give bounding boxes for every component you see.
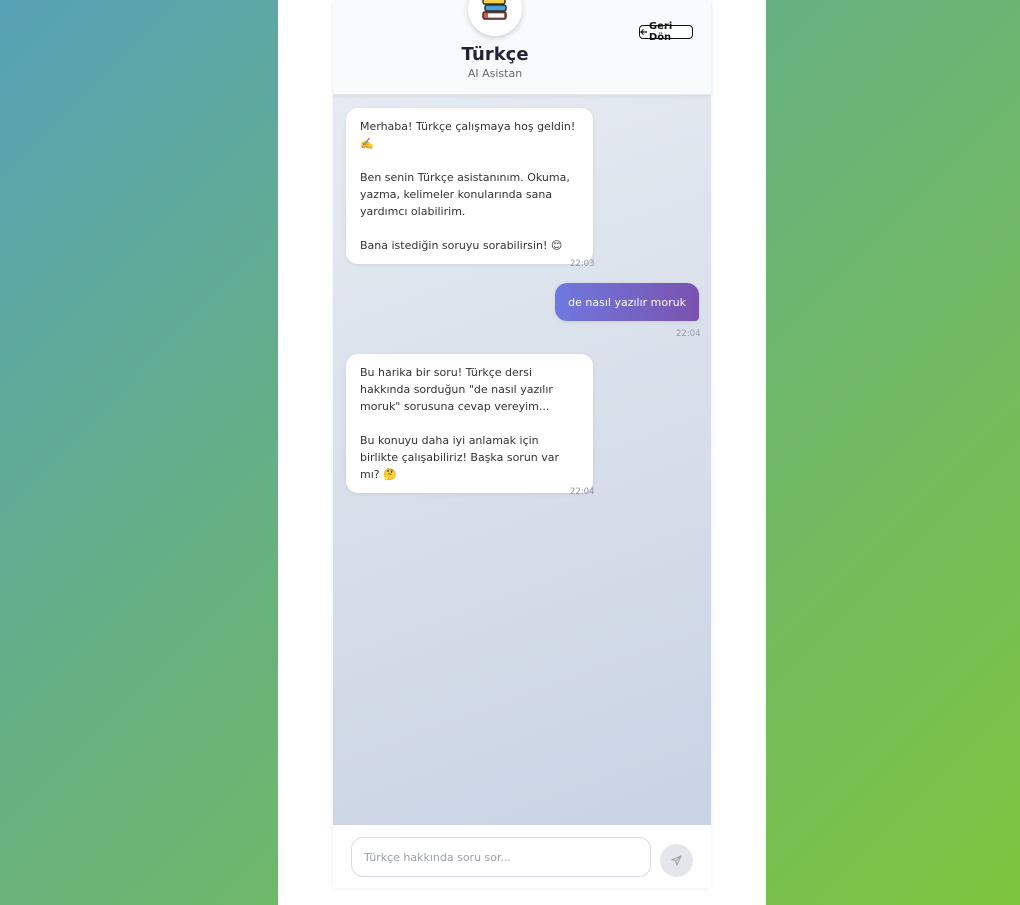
chat-header: Türkçe AI Asistan Geri Dön (333, 0, 711, 95)
message-time: 22:04 (676, 329, 701, 339)
message-list[interactable]: Merhaba! Türkçe çalışmaya hoş geldin! ✍️… (333, 95, 711, 825)
avatar (468, 0, 522, 36)
message-time: 22:04 (570, 487, 595, 497)
message-input[interactable] (351, 837, 651, 877)
send-button[interactable] (660, 844, 693, 877)
composer (333, 826, 711, 888)
message-time: 22:03 (570, 259, 595, 269)
message-bubble-assistant: Merhaba! Türkçe çalışmaya hoş geldin! ✍️… (346, 108, 593, 264)
page-subtitle: AI Asistan (467, 67, 523, 80)
chat-window: Türkçe AI Asistan Geri Dön Merhaba! Türk… (333, 0, 711, 888)
message-bubble-assistant: Bu harika bir soru! Türkçe dersi hakkınd… (346, 354, 593, 493)
back-button-label: Geri Dön (648, 21, 673, 43)
arrow-left-icon (640, 28, 648, 36)
message-bubble-user: de nasıl yazılır moruk (555, 283, 699, 321)
send-icon (671, 855, 682, 866)
page-title: Türkçe (461, 44, 529, 65)
books-icon (482, 0, 507, 20)
back-button[interactable]: Geri Dön (639, 21, 693, 43)
